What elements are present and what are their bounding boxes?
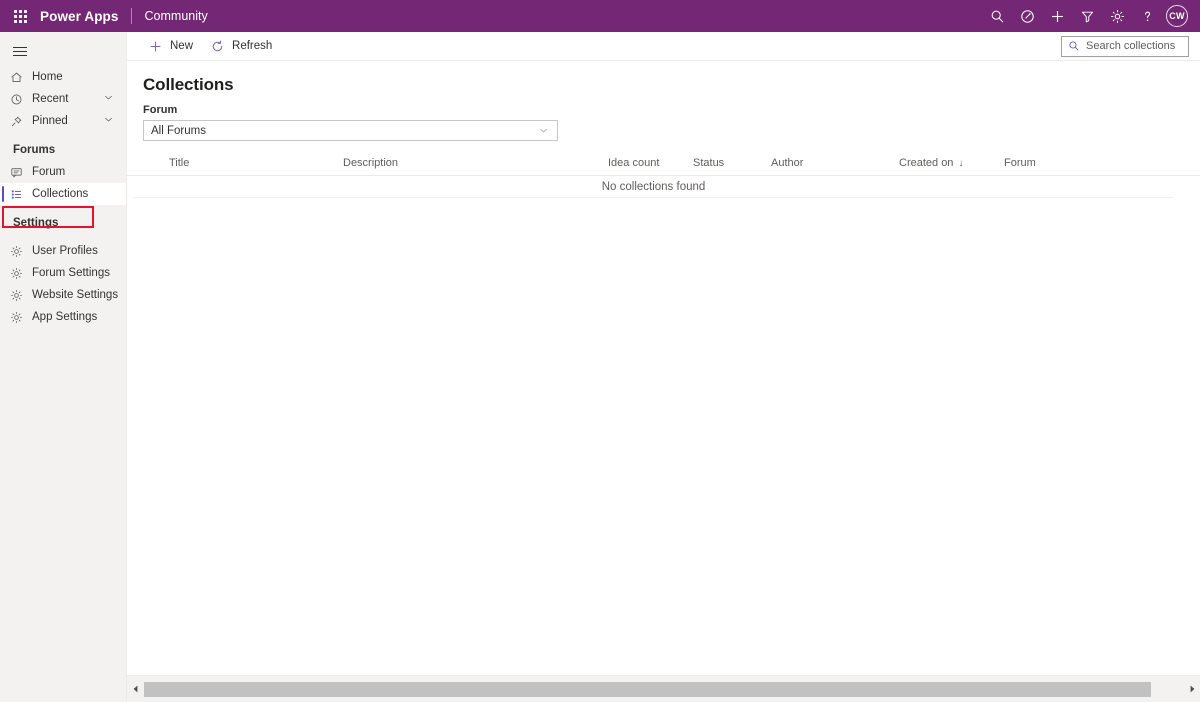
sidebar-item-recent[interactable]: Recent xyxy=(0,88,126,110)
sidebar-item-home[interactable]: Home xyxy=(0,66,126,88)
sidebar: Home Recent Pinned Forums Forum Collecti… xyxy=(0,32,127,702)
app-name[interactable]: Community xyxy=(132,9,208,23)
scrollbar-thumb[interactable] xyxy=(144,681,1151,697)
search-icon xyxy=(991,10,1003,22)
chevron-left-icon xyxy=(133,685,137,693)
add-icon xyxy=(1051,10,1063,22)
sidebar-item-website-settings[interactable]: Website Settings xyxy=(0,284,126,306)
column-label: Author xyxy=(771,157,804,169)
nav-toggle-button[interactable] xyxy=(0,36,126,66)
scroll-left-button[interactable] xyxy=(127,681,144,698)
pin-icon xyxy=(10,115,28,128)
message-icon xyxy=(10,166,28,179)
grid-header-row: Title Description Idea count Status Auth… xyxy=(127,151,1200,176)
nav-group-forums-title: Forums xyxy=(13,144,56,156)
settings-button[interactable] xyxy=(1102,0,1132,32)
column-header-status[interactable]: Status xyxy=(693,157,771,169)
home-icon xyxy=(10,71,28,84)
column-label: Forum xyxy=(1004,157,1036,169)
sidebar-item-forum[interactable]: Forum xyxy=(0,161,126,183)
column-header-description[interactable]: Description xyxy=(343,157,608,169)
refresh-icon xyxy=(209,40,225,53)
add-button[interactable] xyxy=(1042,0,1072,32)
column-header-forum[interactable]: Forum xyxy=(1004,157,1124,169)
plus-icon xyxy=(147,40,163,53)
forum-filter-value: All Forums xyxy=(151,124,206,137)
sidebar-item-app-settings[interactable]: App Settings xyxy=(0,306,126,328)
chevron-down-icon[interactable] xyxy=(103,92,114,106)
column-header-author[interactable]: Author xyxy=(771,157,899,169)
scrollbar-track[interactable] xyxy=(144,681,1183,697)
search-button[interactable] xyxy=(982,0,1012,32)
chevron-down-icon xyxy=(538,125,549,136)
app-launcher-button[interactable] xyxy=(0,0,40,32)
sidebar-item-pinned[interactable]: Pinned xyxy=(0,110,126,132)
forum-filter: Forum All Forums xyxy=(127,95,1200,141)
gear-icon xyxy=(10,267,28,280)
sort-descending-icon: ↓ xyxy=(958,157,964,169)
nav-group-settings-title: Settings xyxy=(13,217,59,229)
command-bar: New Refresh Search collections xyxy=(127,32,1200,61)
horizontal-scrollbar[interactable] xyxy=(127,675,1200,702)
sidebar-item-label: Collections xyxy=(32,188,89,200)
chevron-right-icon xyxy=(1190,685,1194,693)
main-content: Collections Forum All Forums Title Descr… xyxy=(127,61,1200,702)
suite-header: Power Apps Community CW xyxy=(0,0,1200,32)
search-collections-input[interactable]: Search collections xyxy=(1061,35,1189,57)
brand-title[interactable]: Power Apps xyxy=(40,9,131,24)
column-header-title[interactable]: Title xyxy=(143,157,343,169)
scroll-right-button[interactable] xyxy=(1183,681,1200,698)
collections-grid: Title Description Idea count Status Auth… xyxy=(127,151,1200,198)
environment-icon xyxy=(1020,9,1034,23)
sidebar-item-label: Website Settings xyxy=(32,289,119,301)
sidebar-item-forum-settings[interactable]: Forum Settings xyxy=(0,262,126,284)
filter-button[interactable] xyxy=(1072,0,1102,32)
new-button-label: New xyxy=(170,40,194,52)
sidebar-item-label: App Settings xyxy=(32,311,98,323)
waffle-icon xyxy=(13,9,27,23)
column-header-created-on[interactable]: Created on ↓ xyxy=(899,157,1004,169)
column-label: Created on xyxy=(899,157,954,169)
column-label: Description xyxy=(343,157,399,169)
header-actions: CW xyxy=(982,0,1200,32)
help-icon xyxy=(1144,11,1150,21)
list-icon xyxy=(10,188,28,201)
avatar[interactable]: CW xyxy=(1166,5,1188,27)
refresh-button-label: Refresh xyxy=(232,40,273,52)
filter-icon xyxy=(1081,11,1093,22)
column-label: Status xyxy=(693,157,725,169)
gear-icon xyxy=(10,311,28,324)
help-button[interactable] xyxy=(1132,0,1162,32)
page-title: Collections xyxy=(143,75,234,94)
search-icon xyxy=(1069,41,1079,51)
sidebar-item-collections[interactable]: Collections xyxy=(0,183,126,205)
environment-button[interactable] xyxy=(1012,0,1042,32)
gear-icon xyxy=(10,289,28,302)
search-placeholder: Search collections xyxy=(1086,40,1176,52)
sidebar-item-label: Forum xyxy=(32,166,66,178)
sidebar-item-user-profiles[interactable]: User Profiles xyxy=(0,240,126,262)
grid-empty-state: No collections found xyxy=(133,176,1174,198)
sidebar-item-label: Pinned xyxy=(32,115,68,127)
forum-filter-dropdown[interactable]: All Forums xyxy=(143,120,558,141)
sidebar-item-label: Home xyxy=(32,71,63,83)
gear-icon xyxy=(10,245,28,258)
column-label: Title xyxy=(169,157,190,169)
sidebar-item-label: User Profiles xyxy=(32,245,98,257)
column-header-idea-count[interactable]: Idea count xyxy=(608,157,693,169)
sidebar-item-label: Forum Settings xyxy=(32,267,110,279)
sidebar-item-label: Recent xyxy=(32,93,69,105)
new-button[interactable]: New xyxy=(139,32,201,60)
hamburger-icon xyxy=(13,44,27,59)
clock-icon xyxy=(10,93,28,106)
chevron-down-icon[interactable] xyxy=(103,114,114,128)
column-label: Idea count xyxy=(608,157,660,169)
refresh-button[interactable]: Refresh xyxy=(201,32,280,60)
settings-gear-icon xyxy=(1110,9,1124,23)
forum-filter-label: Forum xyxy=(143,104,178,116)
